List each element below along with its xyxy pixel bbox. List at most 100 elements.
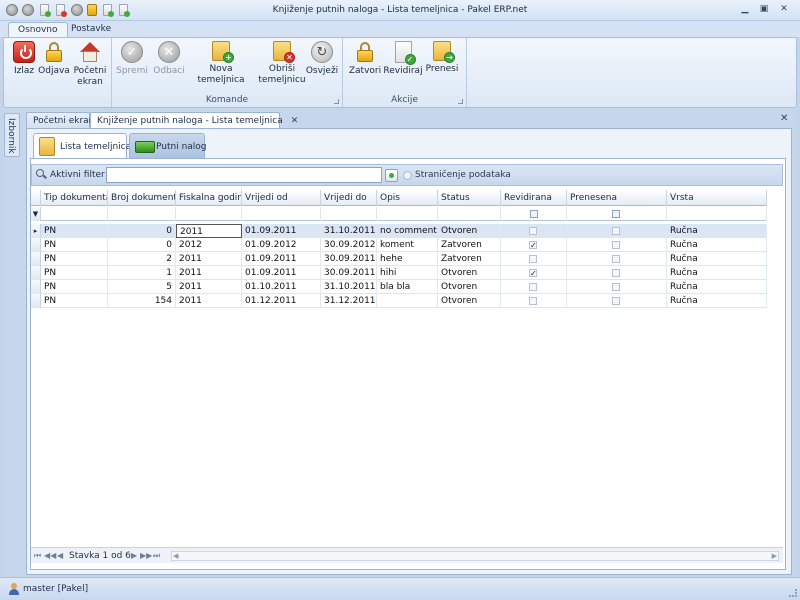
scroll-left-icon[interactable]: ◀: [173, 552, 178, 560]
cell-prenesena[interactable]: [567, 224, 667, 238]
filter-cell[interactable]: [176, 207, 242, 221]
checkbox[interactable]: [529, 227, 537, 235]
row-indicator[interactable]: [31, 266, 41, 280]
cell-revidirana[interactable]: [501, 224, 567, 238]
checkbox[interactable]: [529, 297, 537, 305]
cell-vrijedi-do[interactable]: 30.09.2011: [321, 266, 377, 280]
cell-status[interactable]: Otvoren: [438, 294, 501, 308]
table-row[interactable]: PN 5 2011 01.10.2011 31.10.2011 bla bla Otvore…: [31, 280, 767, 294]
cell-vrijedi-od[interactable]: 01.09.2012: [242, 238, 321, 252]
cell-fiskalna-godina[interactable]: 2011: [176, 252, 242, 266]
checkbox[interactable]: [612, 283, 620, 291]
row-indicator[interactable]: [31, 238, 41, 252]
filter-cell[interactable]: [321, 207, 377, 221]
cell-tip-dokumenta[interactable]: PN: [41, 280, 108, 294]
paging-checkbox[interactable]: [403, 171, 412, 180]
cell-prenesena[interactable]: [567, 294, 667, 308]
close-button[interactable]: ✕: [777, 3, 791, 16]
filter-cell[interactable]: [108, 207, 176, 221]
tab-lista-temeljnica[interactable]: Lista temeljnica: [33, 133, 131, 159]
cell-status[interactable]: Zatvoren: [438, 238, 501, 252]
cell-fiskalna-godina[interactable]: 2011: [176, 224, 242, 238]
dialog-launcher-icon[interactable]: [334, 99, 339, 104]
table-row[interactable]: PN 2 2011 01.09.2011 30.09.2011 hehe Zatvoren R…: [31, 252, 767, 266]
column-header[interactable]: Status: [438, 190, 501, 206]
cell-vrijedi-od[interactable]: 01.09.2011: [242, 266, 321, 280]
apply-filter-button[interactable]: [385, 169, 398, 182]
cell-fiskalna-godina[interactable]: 2011: [176, 266, 242, 280]
cell-tip-dokumenta[interactable]: PN: [41, 294, 108, 308]
transfer-button[interactable]: → Prenesi: [425, 41, 459, 75]
cell-revidirana[interactable]: [501, 294, 567, 308]
cell-broj-dokumenta[interactable]: 1: [108, 266, 176, 280]
tab-osnovno[interactable]: Osnovno: [8, 22, 68, 38]
cell-vrijedi-do[interactable]: 31.10.2011: [321, 224, 377, 238]
cell-fiskalna-godina[interactable]: 2012: [176, 238, 242, 252]
checkbox[interactable]: [529, 283, 537, 291]
filter-cell[interactable]: [438, 207, 501, 221]
cell-broj-dokumenta[interactable]: 5: [108, 280, 176, 294]
row-indicator[interactable]: [31, 294, 41, 308]
cell-status[interactable]: Zatvoren: [438, 252, 501, 266]
cell-vrsta[interactable]: Ručna: [667, 280, 767, 294]
discard-button[interactable]: ✕ Odbaci: [152, 41, 186, 77]
tab-journal-list[interactable]: Knjiženje putnih naloga - Lista temeljni…: [90, 112, 298, 129]
cell-opis[interactable]: hehe: [377, 252, 438, 266]
cell-fiskalna-godina[interactable]: 2011: [176, 294, 242, 308]
column-header[interactable]: Opis: [377, 190, 438, 206]
cell-vrijedi-do[interactable]: 31.12.2011: [321, 294, 377, 308]
filter-checkbox[interactable]: [530, 210, 538, 218]
checkbox[interactable]: [529, 255, 537, 263]
cell-vrsta[interactable]: Ručna: [667, 294, 767, 308]
table-row[interactable]: PN 1 2011 01.09.2011 30.09.2011 hihi Otvoren ✓ R…: [31, 266, 767, 280]
scroll-right-icon[interactable]: ▶: [772, 552, 777, 560]
filter-cell[interactable]: [242, 207, 321, 221]
cell-broj-dokumenta[interactable]: 0: [108, 238, 176, 252]
row-indicator[interactable]: ▸: [31, 224, 41, 238]
new-journal-button[interactable]: + Nova temeljnica: [186, 41, 256, 86]
minimize-button[interactable]: ▁: [738, 3, 752, 16]
cell-opis[interactable]: hihi: [377, 266, 438, 280]
tab-postavke[interactable]: Postavke: [62, 22, 120, 38]
cell-vrijedi-do[interactable]: 30.09.2012: [321, 238, 377, 252]
prev-record-button[interactable]: ◀: [57, 551, 63, 560]
tab-home-screen[interactable]: Početni ekran: [26, 112, 94, 129]
cell-prenesena[interactable]: [567, 280, 667, 294]
cell-revidirana[interactable]: [501, 252, 567, 266]
checkbox[interactable]: [612, 227, 620, 235]
tab-putni-nalog[interactable]: Putni nalog: [129, 133, 207, 159]
cell-vrsta[interactable]: Ručna: [667, 238, 767, 252]
cell-broj-dokumenta[interactable]: 2: [108, 252, 176, 266]
close-journal-button[interactable]: Zatvori: [347, 41, 383, 77]
table-row[interactable]: ▸ PN 0 2011 01.09.2011 31.10.2011 no comment Ot…: [31, 224, 767, 238]
cell-tip-dokumenta[interactable]: PN: [41, 238, 108, 252]
save-button[interactable]: ✓ Spremi: [116, 41, 148, 77]
logout-button[interactable]: Odjava: [38, 41, 70, 77]
dialog-launcher-icon[interactable]: [458, 99, 463, 104]
column-header[interactable]: Revidirana: [501, 190, 567, 206]
revise-button[interactable]: ✓ Revidiraj: [383, 41, 423, 77]
checkbox[interactable]: ✓: [529, 269, 537, 278]
checkbox[interactable]: [612, 241, 620, 249]
column-header[interactable]: Tip dokumenta: [41, 190, 108, 206]
filter-cell[interactable]: [41, 207, 108, 221]
column-header[interactable]: Vrijedi od: [242, 190, 321, 206]
filter-cell[interactable]: [567, 207, 667, 221]
filter-cell[interactable]: [377, 207, 438, 221]
table-row[interactable]: PN 0 2012 01.09.2012 30.09.2012 koment Zatvore…: [31, 238, 767, 252]
cell-vrijedi-do[interactable]: 30.09.2011: [321, 252, 377, 266]
filter-checkbox[interactable]: [612, 210, 620, 218]
checkbox[interactable]: [612, 297, 620, 305]
cell-status[interactable]: Otvoren: [438, 224, 501, 238]
cell-revidirana[interactable]: [501, 280, 567, 294]
cell-status[interactable]: Otvoren: [438, 266, 501, 280]
cell-vrijedi-od[interactable]: 01.12.2011: [242, 294, 321, 308]
column-header[interactable]: Vrijedi do: [321, 190, 377, 206]
cell-vrijedi-od[interactable]: 01.09.2011: [242, 224, 321, 238]
filter-cell[interactable]: [501, 207, 567, 221]
column-header[interactable]: Fiskalna godina: [176, 190, 242, 206]
cell-vrsta[interactable]: Ručna: [667, 266, 767, 280]
cell-prenesena[interactable]: [567, 252, 667, 266]
checkbox[interactable]: ✓: [529, 241, 537, 250]
cell-broj-dokumenta[interactable]: 154: [108, 294, 176, 308]
